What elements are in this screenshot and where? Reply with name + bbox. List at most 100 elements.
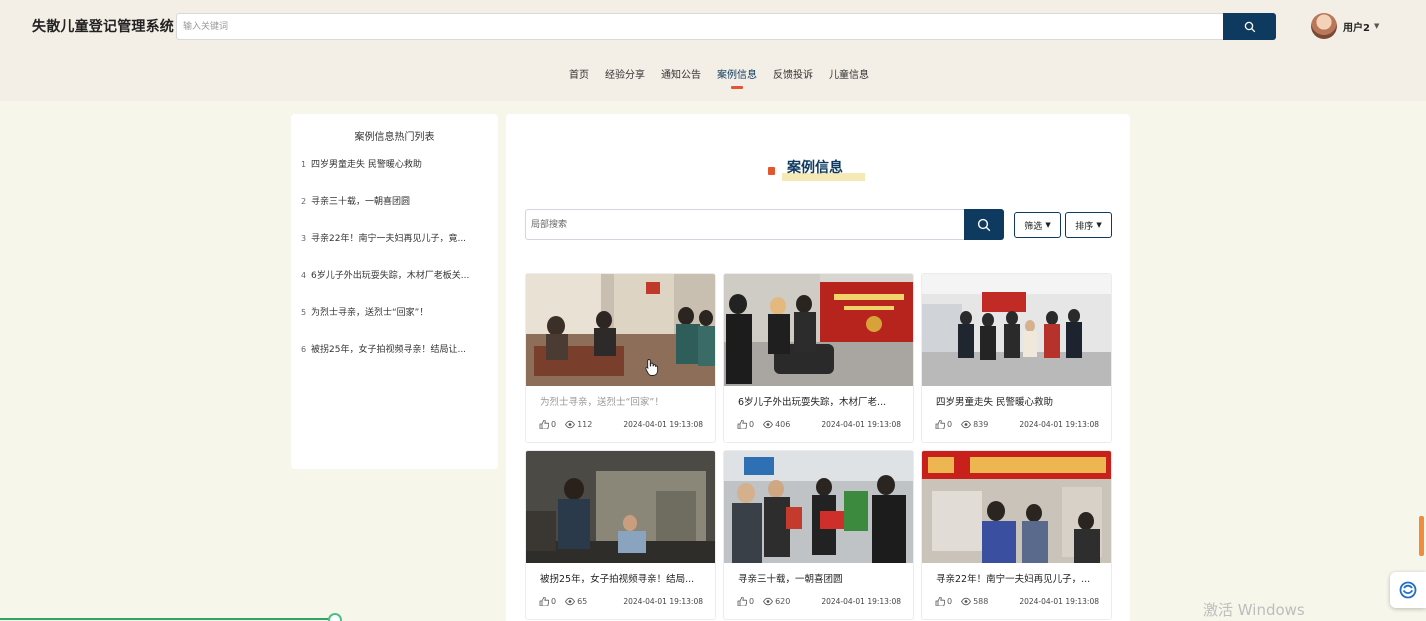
scroll-indicator[interactable]: [1419, 516, 1424, 556]
global-search-input[interactable]: [177, 14, 1224, 39]
case-meta: 0 406 2024-04-01 19:13:08: [724, 420, 913, 429]
section-heading: 案例信息: [768, 155, 865, 181]
case-title: 四岁男童走失 民警暖心救助: [936, 397, 1054, 408]
case-meta: 0 620 2024-04-01 19:13:08: [724, 597, 913, 606]
hot-list-item[interactable]: 2 寻亲三十载，一朝喜团圆: [291, 194, 498, 231]
like-count[interactable]: 0: [539, 420, 556, 429]
sort-label: 排序: [1075, 221, 1094, 232]
case-card[interactable]: 寻亲三十载，一朝喜团圆 0 620 2024-04-01 19:13:08: [723, 450, 914, 620]
progress-knob[interactable]: [328, 613, 342, 621]
hot-list-item[interactable]: 5 为烈士寻亲，送烈士“回家”！: [291, 305, 498, 342]
hot-list-text: 寻亲22年！南宁一夫妇再见儿子，竟...: [311, 234, 467, 244]
thumb-up-icon: [737, 420, 747, 429]
hot-list-panel: 案例信息热门列表 1 四岁男童走失 民警暖心救助 2 寻亲三十载，一朝喜团圆 3 寻亲…: [291, 114, 498, 469]
case-date: 2024-04-01 19:13:08: [1019, 597, 1099, 606]
thumb-up-icon: [737, 597, 747, 606]
local-search: [525, 209, 1004, 240]
caret-down-icon: ▼: [1096, 221, 1102, 229]
global-search-button[interactable]: [1223, 13, 1276, 40]
nav-experience[interactable]: 经验分享: [605, 66, 645, 87]
view-count: 406: [763, 420, 790, 429]
case-image: [922, 451, 1111, 563]
progress-line: [0, 618, 336, 620]
app-title[interactable]: 失散儿童登记管理系统: [32, 16, 174, 36]
thumb-up-icon: [935, 420, 945, 429]
windows-activation-watermark: 激活 Windows: [1203, 601, 1305, 619]
view-count: 620: [763, 597, 790, 606]
thumb-up-icon: [539, 420, 549, 429]
case-meta: 0 112 2024-04-01 19:13:08: [526, 420, 715, 429]
eye-icon: [763, 420, 774, 429]
local-search-input[interactable]: [526, 210, 964, 239]
case-card[interactable]: 四岁男童走失 民警暖心救助 0 839 2024-04-01 19:13:08: [921, 273, 1112, 443]
filter-label: 筛选: [1024, 221, 1043, 232]
sort-dropdown[interactable]: 排序 ▼: [1065, 212, 1112, 238]
case-card[interactable]: 寻亲22年！南宁一夫妇再见儿子，... 0 588 2024-04-01 19:…: [921, 450, 1112, 620]
avatar: [1311, 13, 1337, 39]
nav-home[interactable]: 首页: [569, 66, 589, 87]
nav-children[interactable]: 儿童信息: [829, 66, 869, 87]
case-image: [922, 274, 1111, 386]
case-meta: 0 65 2024-04-01 19:13:08: [526, 597, 715, 606]
hot-list-text: 被拐25年，女子拍视频寻亲！结局让...: [311, 345, 467, 355]
thumb-up-icon: [935, 597, 945, 606]
hot-list-text: 为烈士寻亲，送烈士“回家”！: [311, 308, 429, 318]
assistant-float-button[interactable]: [1390, 572, 1426, 608]
caret-down-icon: ▼: [1373, 22, 1380, 30]
like-count[interactable]: 0: [737, 420, 754, 429]
case-title: 被拐25年，女子拍视频寻亲！结局...: [540, 574, 695, 585]
main-nav: 首页 经验分享 通知公告 案例信息 反馈投诉 儿童信息: [0, 66, 1426, 89]
user-menu[interactable]: 用户2 ▼: [1311, 13, 1379, 39]
caret-down-icon: ▼: [1045, 221, 1051, 229]
case-image: [724, 451, 913, 563]
eye-icon: [565, 597, 576, 606]
hot-list-text: 寻亲三十载，一朝喜团圆: [311, 197, 411, 207]
case-title: 6岁儿子外出玩耍失踪，木材厂老...: [738, 397, 887, 408]
nav-cases[interactable]: 案例信息: [717, 66, 757, 89]
case-date: 2024-04-01 19:13:08: [623, 420, 703, 429]
hot-list-item[interactable]: 1 四岁男童走失 民警暖心救助: [291, 157, 498, 194]
search-icon: [977, 218, 991, 231]
eye-icon: [763, 597, 774, 606]
case-title: 寻亲三十载，一朝喜团圆: [738, 574, 843, 585]
hot-list-number: 1: [301, 160, 307, 169]
hot-list-number: 4: [301, 271, 307, 280]
case-image: [526, 451, 715, 563]
case-date: 2024-04-01 19:13:08: [1019, 420, 1099, 429]
hot-list-item[interactable]: 3 寻亲22年！南宁一夫妇再见儿子，竟...: [291, 231, 498, 268]
view-count: 112: [565, 420, 592, 429]
case-card[interactable]: 为烈士寻亲，送烈士“回家”！ 0 112 2024-04-01 19:13:08: [525, 273, 716, 443]
hot-list-text: 6岁儿子外出玩耍失踪，木材厂老板关...: [311, 271, 470, 281]
case-date: 2024-04-01 19:13:08: [821, 597, 901, 606]
like-count[interactable]: 0: [935, 420, 952, 429]
case-meta: 0 839 2024-04-01 19:13:08: [922, 420, 1111, 429]
view-count: 588: [961, 597, 988, 606]
assistant-icon: [1399, 581, 1417, 599]
like-count[interactable]: 0: [539, 597, 556, 606]
hot-list-number: 6: [301, 345, 307, 354]
hot-list-number: 5: [301, 308, 307, 317]
case-image: [724, 274, 913, 386]
eye-icon: [565, 420, 576, 429]
filter-dropdown[interactable]: 筛选 ▼: [1014, 212, 1061, 238]
hot-list-text: 四岁男童走失 民警暖心救助: [311, 160, 422, 170]
case-card[interactable]: 被拐25年，女子拍视频寻亲！结局... 0 65 2024-04-01 19:1…: [525, 450, 716, 620]
case-card[interactable]: 6岁儿子外出玩耍失踪，木材厂老... 0 406 2024-04-01 19:1…: [723, 273, 914, 443]
case-panel: 案例信息 筛选▼ 排序▼: [506, 114, 1130, 621]
hot-list-item[interactable]: 4 6岁儿子外出玩耍失踪，木材厂老板关...: [291, 268, 498, 305]
hot-list-title: 案例信息热门列表: [354, 132, 435, 143]
view-count: 65: [565, 597, 587, 606]
nav-feedback[interactable]: 反馈投诉: [773, 66, 813, 87]
hot-list-number: 3: [301, 234, 307, 243]
case-image: [526, 274, 715, 386]
eye-icon: [961, 420, 972, 429]
like-count[interactable]: 0: [935, 597, 952, 606]
hand-cursor-icon: [645, 359, 659, 376]
like-count[interactable]: 0: [737, 597, 754, 606]
local-search-button[interactable]: [964, 209, 1004, 240]
nav-notices[interactable]: 通知公告: [661, 66, 701, 87]
hot-list-item[interactable]: 6 被拐25年，女子拍视频寻亲！结局让...: [291, 342, 498, 379]
case-title: 寻亲22年！南宁一夫妇再见儿子，...: [936, 574, 1091, 585]
search-icon: [1244, 21, 1255, 32]
thumb-up-icon: [539, 597, 549, 606]
